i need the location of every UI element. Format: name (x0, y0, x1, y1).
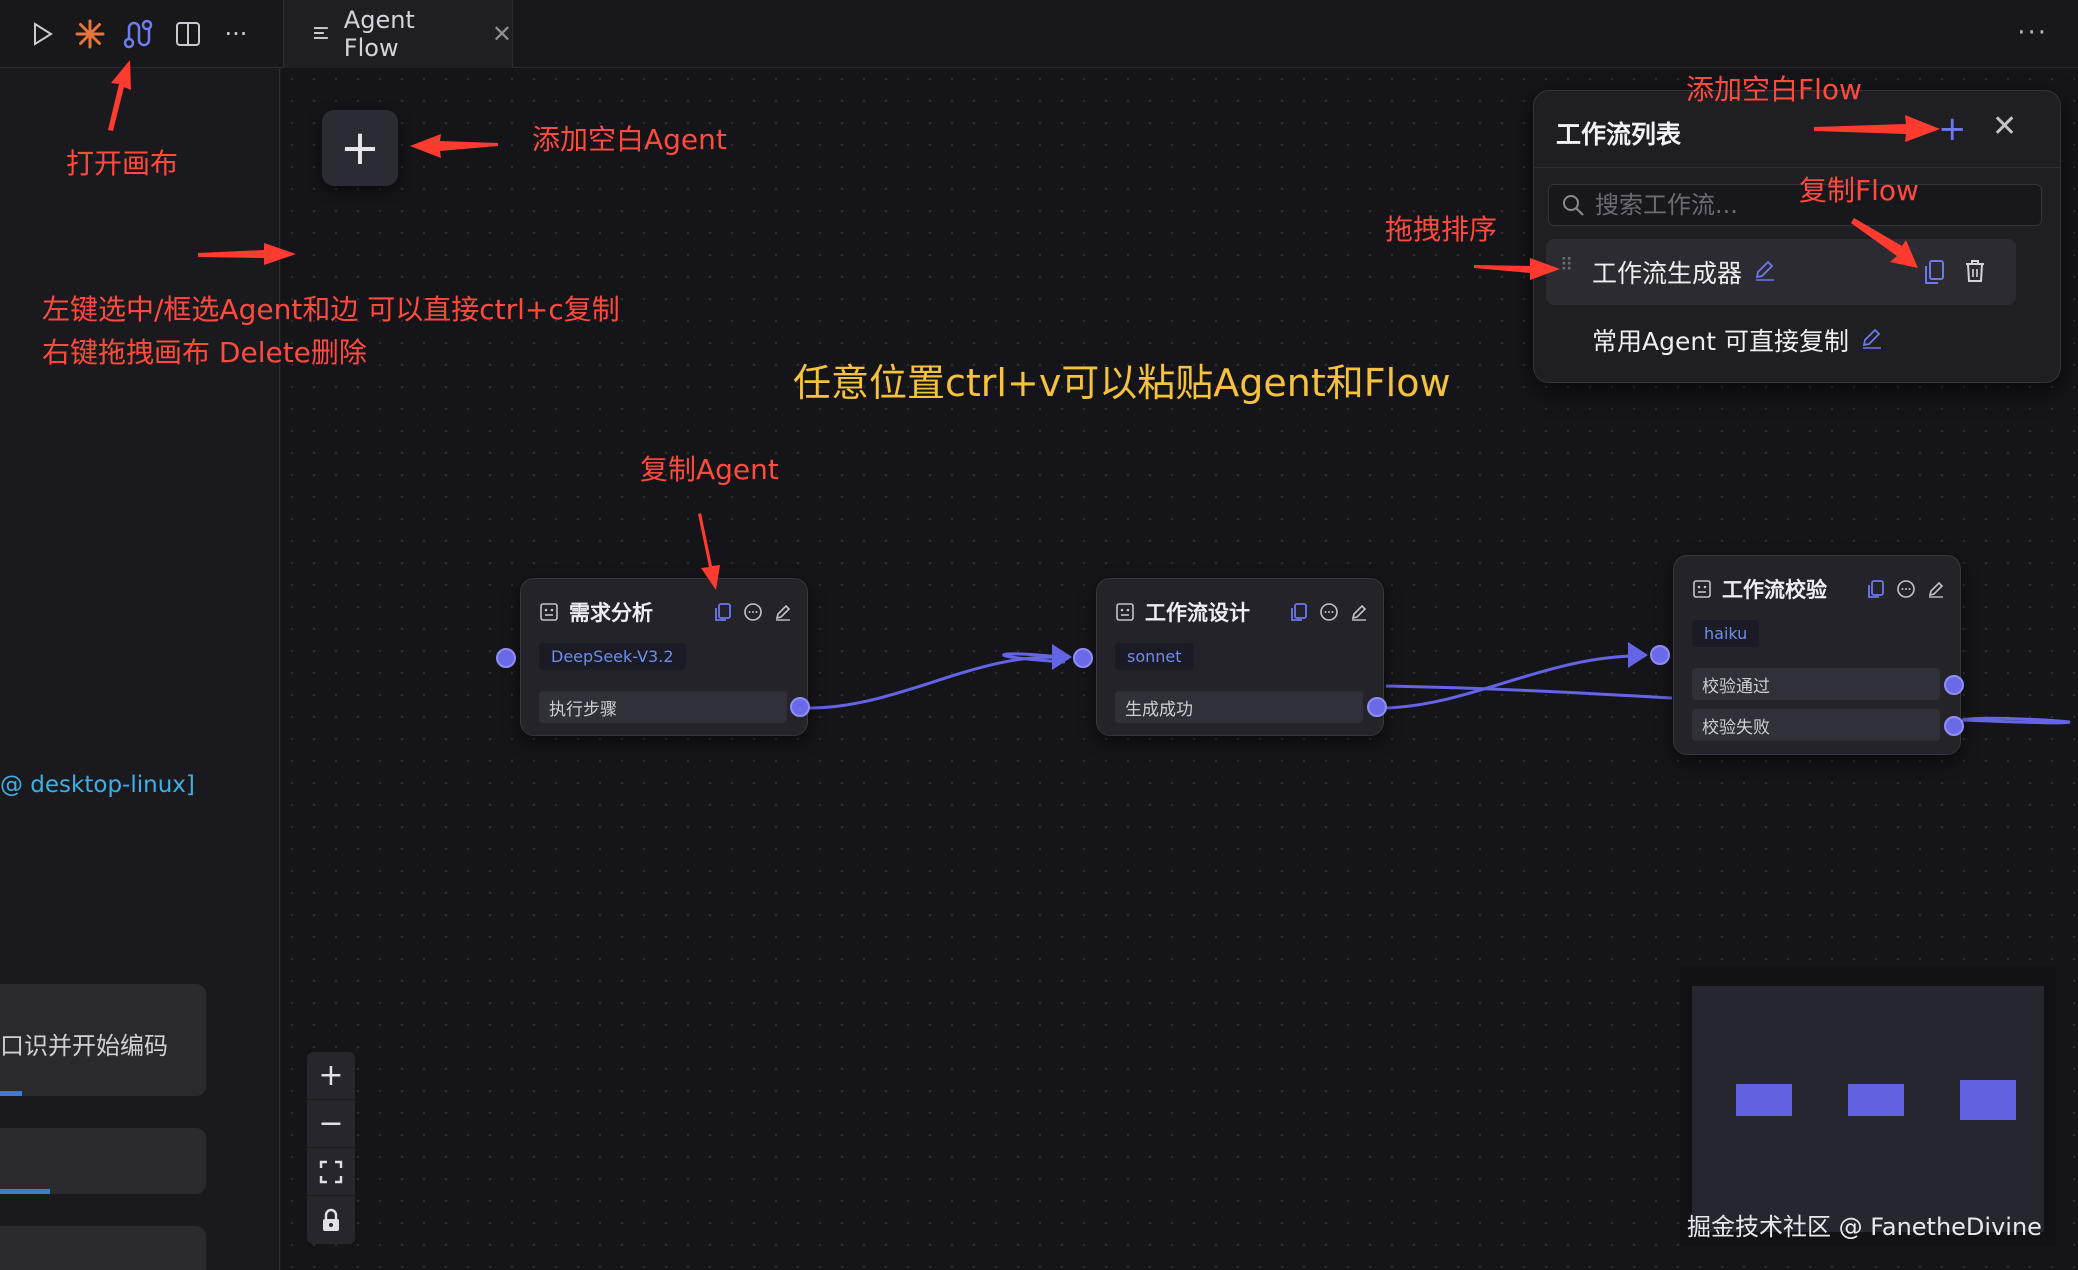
chat-icon[interactable] (1319, 602, 1339, 622)
annotation-add-flow: 添加空白Flow (1686, 73, 1862, 106)
edit-icon[interactable] (1754, 259, 1776, 285)
left-card[interactable] (0, 1128, 206, 1194)
minimap-node (1960, 1080, 2016, 1120)
annotation-drag-delete: 右键拖拽画布 Delete删除 (42, 336, 367, 369)
search-box[interactable] (1548, 184, 2042, 226)
annotation-open-canvas: 打开画布 (66, 147, 179, 180)
annotation-copy-agent: 复制Agent (640, 453, 779, 486)
annotation-add-agent: 添加空白Agent (532, 123, 727, 156)
zoom-out-icon[interactable]: − (307, 1100, 355, 1148)
close-tab-icon[interactable]: ✕ (492, 20, 512, 48)
annotation-drag-sort: 拖拽排序 (1385, 213, 1498, 246)
left-card[interactable]: 口识并开始编码 (0, 984, 206, 1096)
input-port[interactable] (1650, 645, 1670, 665)
minimap[interactable] (1680, 966, 2056, 1246)
annotation-paste-anywhere: 任意位置ctrl+v可以粘贴Agent和Flow (793, 361, 1451, 405)
zoom-controls: + − (307, 1052, 355, 1244)
fit-view-icon[interactable] (307, 1148, 355, 1196)
divider (1534, 167, 2060, 168)
progress-bar (0, 1091, 22, 1096)
split-panel-icon[interactable] (168, 14, 208, 54)
run-icon[interactable] (22, 14, 62, 54)
model-tag: sonnet (1115, 643, 1194, 670)
copy-icon[interactable] (713, 602, 733, 622)
copy-icon[interactable] (1866, 579, 1886, 599)
more-options-icon[interactable]: ··· (216, 14, 256, 54)
output-row: 执行步骤 (539, 691, 787, 723)
model-tag: haiku (1692, 620, 1760, 647)
node-header: 需求分析 (539, 597, 793, 627)
left-card-text: 口识并开始编码 (0, 1032, 168, 1060)
more-options-right-icon[interactable]: ··· (2017, 18, 2048, 48)
app-window: ··· Agent Flow ✕ ··· @ desktop-linux] 口识… (0, 0, 2078, 1270)
spark-icon[interactable] (70, 14, 110, 54)
copy-flow-icon[interactable] (1924, 259, 1946, 289)
agent-node[interactable]: 工作流校验 haiku 校验通过 校验失败 (1673, 555, 1961, 755)
edit-icon[interactable] (1861, 327, 1883, 353)
output-port[interactable] (1367, 697, 1387, 717)
workflow-name: 常用Agent 可直接复制 (1592, 327, 1849, 356)
node-title: 工作流设计 (1145, 601, 1250, 625)
annotation-select-copy: 左键选中/框选Agent和边 可以直接ctrl+c复制 (42, 293, 620, 326)
terminal-status-text: @ desktop-linux] (0, 772, 195, 798)
node-header: 工作流设计 (1115, 597, 1369, 627)
input-port[interactable] (1073, 648, 1093, 668)
edit-icon[interactable] (1349, 602, 1369, 622)
agent-node[interactable]: 需求分析 DeepSeek-V3.2 执行步骤 (520, 578, 808, 736)
workflow-item[interactable]: ⠿ 工作流生成器 (1546, 239, 2016, 305)
model-tag: DeepSeek-V3.2 (539, 643, 686, 670)
trash-icon[interactable] (1964, 259, 1986, 287)
search-icon (1563, 195, 1584, 216)
workflow-item[interactable]: 常用Agent 可直接复制 (1546, 307, 2016, 373)
workflow-list-panel: 工作流列表 + ✕ ⠿ 工作流生成器 常用Agent 可直接复制 (1533, 90, 2061, 383)
annotation-copy-flow: 复制Flow (1799, 174, 1919, 207)
lock-icon[interactable] (307, 1196, 355, 1244)
add-agent-button[interactable]: + (322, 110, 398, 186)
output-row: 生成成功 (1115, 691, 1363, 723)
left-card[interactable] (0, 1226, 206, 1270)
top-toolbar: ··· Agent Flow ✕ ··· (0, 0, 2078, 68)
chat-icon[interactable] (743, 602, 763, 622)
close-icon[interactable]: ✕ (1992, 109, 2017, 144)
output-port[interactable] (1944, 716, 1964, 736)
copy-icon[interactable] (1289, 602, 1309, 622)
robot-icon (540, 603, 558, 621)
output-row: 校验失败 (1692, 709, 1940, 741)
input-port[interactable] (496, 648, 516, 668)
add-flow-plus-icon[interactable]: + (1938, 109, 1967, 149)
document-lines-icon (313, 27, 328, 39)
output-row: 校验通过 (1692, 668, 1940, 700)
output-port[interactable] (1944, 675, 1964, 695)
minimap-node (1848, 1084, 1904, 1116)
chat-icon[interactable] (1896, 579, 1916, 599)
open-canvas-flow-icon[interactable] (118, 14, 158, 54)
agent-node[interactable]: 工作流设计 sonnet 生成成功 (1096, 578, 1384, 736)
progress-bar (0, 1189, 50, 1194)
node-title: 工作流校验 (1722, 578, 1827, 602)
robot-icon (1693, 580, 1711, 598)
node-header: 工作流校验 (1692, 574, 1946, 604)
tab-label: Agent Flow (343, 6, 415, 62)
edit-icon[interactable] (1926, 579, 1946, 599)
node-title: 需求分析 (569, 601, 653, 625)
output-port[interactable] (790, 697, 810, 717)
tab-agent-flow[interactable]: Agent Flow ✕ (283, 0, 513, 68)
edit-icon[interactable] (773, 602, 793, 622)
drag-handle-icon[interactable]: ⠿ (1560, 257, 1575, 275)
workflow-name: 工作流生成器 (1592, 259, 1743, 288)
robot-icon (1116, 603, 1134, 621)
watermark: 掘金技术社区 @ FanetheDivine (1687, 1213, 2042, 1241)
minimap-node (1736, 1084, 1792, 1116)
zoom-in-icon[interactable]: + (307, 1052, 355, 1100)
panel-title: 工作流列表 (1556, 120, 1682, 149)
